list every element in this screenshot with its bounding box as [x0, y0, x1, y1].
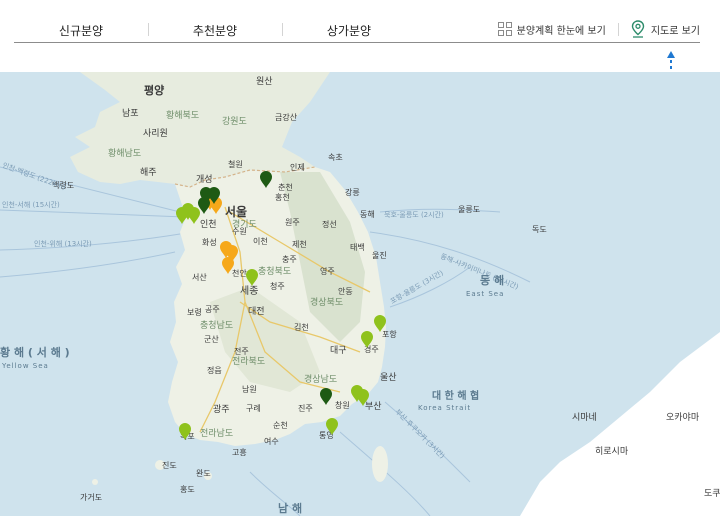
tab-commercial-sale[interactable]: 상가분양 [282, 18, 416, 42]
map-label: 춘천 [278, 182, 293, 192]
map-label: 경상북도 [310, 296, 343, 308]
map-label: 인천 [200, 219, 217, 230]
map-label: 동해 [360, 209, 375, 219]
map-label: 천안 [232, 268, 247, 278]
map-label: 포항 [382, 330, 397, 339]
map-label: 금강산 [275, 112, 298, 122]
map-label: 창원 [335, 401, 350, 410]
korea-map[interactable]: 평양 원산 남포 사리원 해주 개성 철원 백령도 금강산 황해북도 황해남도 … [0, 72, 720, 516]
map-label: 충주 [282, 255, 297, 264]
nav-underline [14, 42, 700, 43]
map-view-label: 지도로 보기 [650, 25, 700, 37]
map-label: 정선 [322, 219, 337, 229]
map-label: 해주 [140, 167, 157, 178]
sea-label: 황 해 ( 서 해 ) [0, 345, 70, 359]
map-label: 황해남도 [108, 148, 141, 159]
map-label: 개성 [196, 174, 213, 185]
map-label: 도쿠 [704, 488, 720, 499]
map-label: 공주 [205, 305, 220, 314]
map-label: 원주 [285, 218, 300, 227]
map-label: 인제 [290, 162, 305, 172]
map-label: 세종 [240, 285, 258, 297]
map-label: 보령 [187, 308, 202, 317]
map-label: 강원도 [222, 116, 247, 127]
map-label: 전라남도 [200, 428, 233, 439]
jeju-island [372, 446, 388, 482]
map-label: 여수 [264, 436, 279, 446]
map-label: 군산 [204, 334, 219, 344]
map-label: 황해북도 [166, 110, 199, 121]
map-pin-icon [631, 20, 645, 38]
tab-recommended-sale[interactable]: 추천분양 [148, 18, 282, 42]
map-label: 대구 [330, 345, 347, 356]
map-label: 영주 [320, 266, 335, 276]
category-tabs: 신규분양 추천분양 상가분양 [14, 18, 416, 42]
grid-icon [497, 22, 512, 36]
plan-view-button[interactable]: 분양계획 한눈에 보기 [497, 22, 606, 37]
map-label: 화성 [202, 238, 217, 247]
map-label: 전주 [234, 346, 249, 356]
map-label: 이천 [253, 236, 268, 246]
map-label: 광주 [213, 403, 230, 415]
sea-label: 동 해 [480, 273, 504, 287]
map-label: 대전 [248, 306, 265, 317]
tab-new-sale[interactable]: 신규분양 [14, 18, 148, 42]
map-label: 안동 [338, 286, 353, 296]
map-label: 서울 [225, 204, 247, 219]
sea-label: 대 한 해 협 [432, 389, 479, 402]
map-label: 사리원 [143, 128, 168, 139]
view-toggle-group: 분양계획 한눈에 보기 지도로 보기 [497, 18, 700, 40]
map-label: 완도 [196, 469, 211, 478]
map-label: 가거도 [80, 493, 102, 502]
map-label: 홍도 [180, 484, 195, 494]
map-label: 히로시마 [595, 446, 629, 457]
map-label: 오카야마 [666, 412, 700, 423]
sea-label: Yellow Sea [1, 362, 49, 370]
map-label: 철원 [228, 159, 243, 169]
map-canvas: 평양 원산 남포 사리원 해주 개성 철원 백령도 금강산 황해북도 황해남도 … [0, 72, 720, 516]
map-label: 남원 [242, 385, 257, 394]
map-label: 김천 [294, 322, 309, 332]
map-label: 원산 [256, 76, 273, 87]
map-label: 홍천 [275, 192, 290, 202]
map-label: 부산 [365, 401, 382, 412]
map-label: 충청북도 [258, 266, 291, 277]
map-label: 전라북도 [232, 356, 265, 367]
map-label: 평양 [144, 83, 164, 97]
map-label: 시마네 [572, 412, 597, 423]
plan-view-label: 분양계획 한눈에 보기 [516, 25, 606, 37]
top-navigation-bar: 신규분양 추천분양 상가분양 분양계획 한눈에 보기 지도로 보기 [0, 0, 720, 72]
map-label: 제천 [292, 239, 307, 249]
map-label: 서산 [192, 272, 207, 282]
route-label: 인천-위해 (13시간) [34, 239, 92, 248]
map-label: 강릉 [345, 187, 360, 197]
map-label: 남포 [122, 108, 139, 119]
map-label: 청주 [270, 282, 285, 291]
map-label: 고흥 [232, 447, 247, 457]
map-label: 진도 [162, 460, 177, 470]
sea-label: East Sea [466, 290, 504, 298]
map-view-button[interactable]: 지도로 보기 [631, 20, 700, 38]
map-label: 순천 [273, 420, 288, 430]
map-label: 구례 [246, 403, 261, 413]
sea-label: Korea Strait [418, 404, 471, 412]
route-label: 인천-서해 (15시간) [2, 200, 60, 209]
map-label: 진주 [298, 403, 313, 413]
map-label: 경기도 [232, 218, 257, 230]
route-label: 묵호-울릉도 (2시간) [384, 210, 444, 219]
map-label: 독도 [532, 225, 547, 234]
map-label: 정읍 [207, 365, 222, 375]
map-label: 속초 [328, 153, 343, 162]
map-label: 태백 [350, 242, 365, 252]
map-label: 울릉도 [458, 205, 480, 214]
sea-label: 남 해 [278, 501, 302, 515]
map-label: 울산 [380, 372, 397, 383]
map-label: 충청남도 [200, 320, 233, 331]
map-label: 울진 [372, 250, 387, 260]
tool-divider [617, 22, 619, 36]
map-label: 경상남도 [304, 373, 337, 385]
